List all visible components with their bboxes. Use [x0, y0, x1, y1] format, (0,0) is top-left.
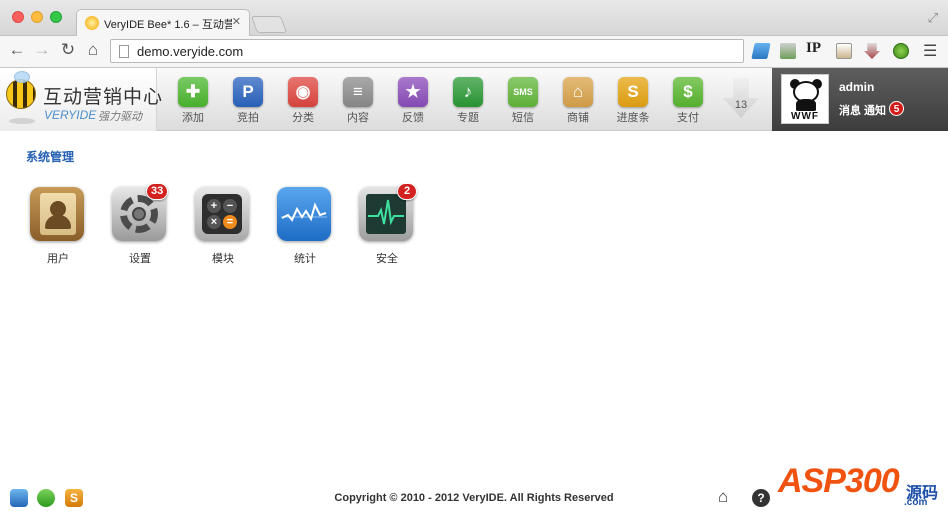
app-label: 安全 — [376, 253, 398, 265]
extension-image-icon[interactable] — [836, 43, 852, 59]
menu-item-feedback[interactable]: ★ 反馈 — [391, 75, 435, 127]
calculator-icon: + − × = — [195, 187, 249, 241]
browser-toolbar: ← → ↻ ⌂ demo.veryide.com IP ☰ — [0, 36, 948, 68]
home-icon[interactable]: ⌂ — [82, 40, 104, 60]
panda-body-icon — [796, 99, 816, 111]
tab-title: VeryIDE Bee* 1.6 – 互动营销 — [104, 19, 232, 31]
home-icon[interactable]: ⌂ — [718, 487, 728, 507]
app-settings[interactable]: 33 设置 — [112, 183, 169, 267]
menu-item-shop[interactable]: ⌂ 商铺 — [556, 75, 600, 127]
more-menu-button[interactable]: 13 — [723, 78, 759, 120]
notice-count-badge: 5 — [889, 101, 904, 116]
menu-label: 添加 — [182, 112, 204, 124]
window-close-button[interactable] — [12, 11, 24, 23]
microphone-icon: ♪ — [453, 77, 483, 107]
bee-wing-icon — [14, 71, 30, 83]
browser-titlebar: VeryIDE Bee* 1.6 – 互动营销 ✕ ⤢ — [0, 0, 948, 37]
notices-link[interactable]: 通知 — [864, 102, 886, 118]
s-coin-icon: S — [618, 77, 648, 107]
parking-p-icon: P — [233, 77, 263, 107]
bee-shadow — [9, 118, 35, 124]
logo[interactable]: 互动营销中心 VERYIDE 强力驱动 — [0, 68, 162, 131]
settings-count-badge: 33 — [146, 183, 169, 200]
app-label: 模块 — [212, 253, 234, 265]
plus-icon: ✚ — [178, 77, 208, 107]
page-icon — [119, 45, 129, 58]
menu-label: 商铺 — [567, 112, 589, 124]
menu-label: 内容 — [347, 112, 369, 124]
app-statistics[interactable]: 统计 — [277, 187, 333, 267]
map-icon: ⌂ — [563, 77, 593, 107]
ip-extension-icon[interactable]: IP — [806, 40, 826, 56]
menu-item-content[interactable]: ≡ 内容 — [336, 75, 380, 127]
app-label: 设置 — [129, 253, 151, 265]
extension-shield-icon[interactable] — [780, 43, 796, 59]
menu-label: 反馈 — [402, 112, 424, 124]
dollar-icon: $ — [673, 77, 703, 107]
reload-icon[interactable]: ↻ — [57, 40, 79, 60]
avatar[interactable]: WWF — [781, 74, 829, 124]
hamburger-menu-icon[interactable]: ☰ — [923, 41, 937, 61]
app-label: 统计 — [294, 253, 316, 265]
section-title: 系统管理 — [26, 150, 75, 164]
browser-tab-active[interactable]: VeryIDE Bee* 1.6 – 互动营销 ✕ — [76, 9, 250, 37]
app-users[interactable]: 用户 — [30, 187, 86, 267]
app-security[interactable]: 2 安全 — [359, 183, 417, 267]
menu-item-sms[interactable]: SMS 短信 — [501, 75, 545, 127]
flower-favicon-icon — [85, 16, 99, 30]
menu-label: 分类 — [292, 112, 314, 124]
new-tab-button[interactable] — [250, 16, 288, 33]
menu-item-category[interactable]: ◉ 分类 — [281, 75, 325, 127]
extension-green-circle-icon[interactable] — [893, 43, 909, 59]
pending-count: 13 — [734, 99, 748, 111]
menu-item-add[interactable]: ✚ 添加 — [171, 75, 215, 127]
extension-blue-icon[interactable] — [751, 43, 771, 59]
sms-icon: SMS — [508, 77, 538, 107]
bee-logo-icon — [6, 79, 36, 109]
logo-brand: VERYIDE — [44, 108, 97, 122]
star-badge-icon: ★ — [398, 77, 428, 107]
user-name-link[interactable]: admin — [839, 80, 874, 94]
back-arrow-icon[interactable]: ← — [6, 40, 28, 60]
menu-item-auction[interactable]: P 竞拍 — [226, 75, 270, 127]
address-bar[interactable]: demo.veryide.com — [110, 39, 744, 63]
forward-arrow-icon[interactable]: → — [31, 40, 53, 60]
address-book-icon — [30, 187, 84, 241]
down-arrow-icon — [723, 78, 759, 118]
avatar-text: WWF — [791, 111, 819, 122]
extension-download-icon[interactable] — [864, 43, 880, 59]
menu-item-progress[interactable]: S 进度条 — [611, 75, 655, 127]
window-maximize-button[interactable] — [50, 11, 62, 23]
help-icon[interactable]: ? — [752, 489, 770, 507]
watermark-domain: .com — [904, 497, 928, 508]
stocks-chart-icon — [277, 187, 331, 241]
tab-close-icon[interactable]: ✕ — [232, 15, 241, 28]
logo-slogan: 强力驱动 — [98, 111, 142, 123]
menu-item-topic[interactable]: ♪ 专题 — [446, 75, 490, 127]
app-header: 互动营销中心 VERYIDE 强力驱动 ✚ 添加 P 竞拍 ◉ 分类 ≡ 内容 … — [0, 68, 948, 131]
document-list-icon: ≡ — [343, 77, 373, 107]
messages-link[interactable]: 消息 — [839, 102, 861, 118]
menu-label: 支付 — [677, 112, 699, 124]
logo-title: 互动营销中心 — [43, 87, 164, 108]
fullscreen-icon[interactable]: ⤢ — [928, 10, 938, 26]
url-text[interactable]: demo.veryide.com — [137, 44, 243, 59]
security-count-badge: 2 — [397, 183, 417, 200]
user-panel: WWF admin 消息 通知 5 — [772, 68, 948, 131]
menu-label: 进度条 — [616, 112, 650, 124]
menu-label: 竞拍 — [237, 112, 259, 124]
app-label: 用户 — [47, 253, 69, 265]
window-minimize-button[interactable] — [31, 11, 43, 23]
menu-item-payment[interactable]: $ 支付 — [666, 75, 710, 127]
gamepad-icon: ◉ — [288, 77, 318, 107]
app-modules[interactable]: + − × = 模块 — [195, 187, 251, 267]
menu-label: 短信 — [512, 112, 534, 124]
menu-label: 专题 — [457, 112, 479, 124]
watermark-logo: ASP300 — [778, 462, 900, 500]
